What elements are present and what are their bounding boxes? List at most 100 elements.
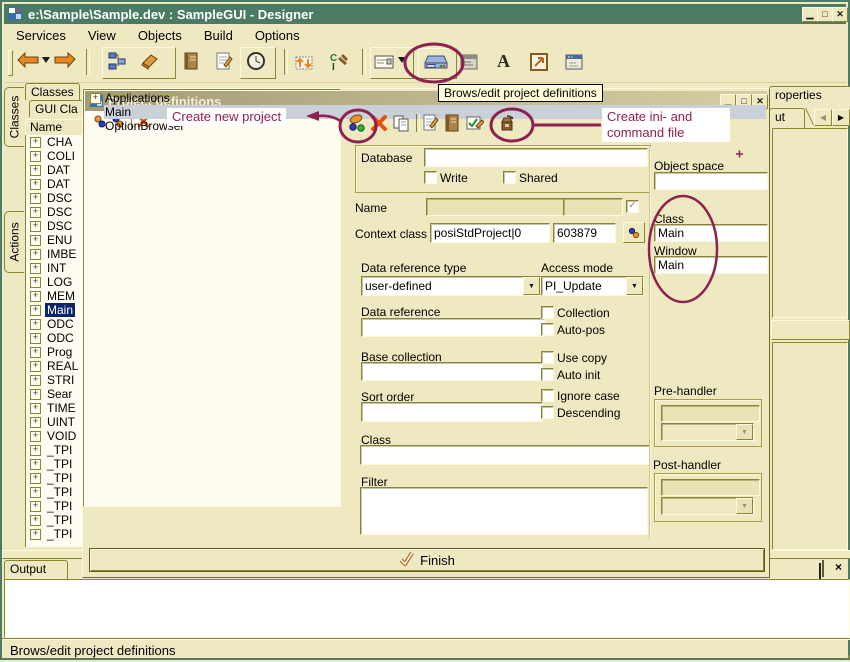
edit-source-icon[interactable] [215, 51, 233, 71]
use-copy-checkbox[interactable] [541, 351, 554, 364]
close-button[interactable]: ✕ [832, 7, 848, 22]
expand-icon[interactable]: + [30, 137, 41, 148]
maximize-button[interactable]: □ [817, 7, 833, 22]
finish-button[interactable]: Finish [89, 548, 765, 572]
auto-init-checkbox[interactable] [541, 368, 554, 381]
expand-icon[interactable]: + [30, 319, 41, 330]
expand-icon[interactable]: + [30, 515, 41, 526]
form-gray-icon[interactable] [460, 54, 478, 70]
expand-icon[interactable]: + [30, 403, 41, 414]
tree-item[interactable]: + _TPI [26, 457, 84, 471]
window-form-icon[interactable] [565, 54, 583, 70]
sidebar-tab-actions[interactable]: Actions [4, 211, 24, 273]
ignore-case-checkbox[interactable] [541, 389, 554, 402]
context-class-id-input[interactable] [553, 223, 616, 243]
expand-icon[interactable]: + [30, 473, 41, 484]
clock-icon[interactable] [246, 51, 266, 71]
sidebar-tab-classes[interactable]: Classes [4, 87, 24, 147]
tree-item[interactable]: + COLI [26, 149, 84, 163]
book-icon[interactable] [444, 114, 460, 132]
tree-item[interactable]: + ODC [26, 331, 84, 345]
import-export-grid-icon[interactable] [294, 51, 314, 71]
tree-item[interactable]: + MEM [26, 289, 84, 303]
float-panel-icon[interactable] [819, 564, 821, 579]
window-input[interactable] [654, 256, 768, 274]
tree-item[interactable]: + ODC [26, 317, 84, 331]
expand-icon[interactable]: + [30, 361, 41, 372]
expand-icon[interactable]: + [30, 249, 41, 260]
tree-item[interactable]: + _TPI [26, 513, 84, 527]
properties-pane-bar[interactable] [771, 320, 850, 340]
class-book-icon[interactable] [182, 51, 200, 71]
tree-item[interactable]: + REAL [26, 359, 84, 373]
auto-pos-checkbox[interactable] [541, 323, 554, 336]
tree-item[interactable]: + DSC [26, 205, 84, 219]
output-area[interactable] [4, 579, 850, 638]
menu-item[interactable]: Options [251, 27, 304, 44]
tree-item[interactable]: + Main [26, 303, 84, 317]
expand-icon[interactable]: + [30, 165, 41, 176]
expand-icon[interactable]: + [30, 221, 41, 232]
dropdown-arrow-icon[interactable]: ▼ [523, 277, 540, 295]
data-reference-input[interactable] [361, 318, 545, 337]
tree-item[interactable]: + _TPI [26, 485, 84, 499]
form-combo-icon[interactable] [374, 54, 394, 70]
collection-checkbox[interactable] [541, 306, 554, 319]
menu-item[interactable]: View [84, 27, 120, 44]
history-dropdown-icon[interactable] [42, 57, 50, 63]
edit-page-icon[interactable] [422, 114, 440, 132]
tree-item[interactable]: + UINT [26, 415, 84, 429]
context-class-picker-button[interactable] [623, 222, 645, 243]
form-combo-dropdown-icon[interactable] [398, 57, 406, 63]
tree-item[interactable]: + LOG [26, 275, 84, 289]
new-project-balls-icon[interactable] [347, 113, 369, 133]
toolbar-grip[interactable] [8, 50, 13, 76]
close-panel-icon[interactable]: × [835, 560, 842, 574]
delete-project-icon[interactable] [370, 114, 388, 132]
expand-icon[interactable]: + [30, 431, 41, 442]
dropdown-arrow-icon[interactable]: ▼ [626, 277, 643, 295]
tree-item[interactable]: + IMBE [26, 247, 84, 261]
tree-item[interactable]: + DSC [26, 219, 84, 233]
descending-checkbox[interactable] [541, 406, 554, 419]
tree-item[interactable]: + Prog [26, 345, 84, 359]
image-viewer-icon[interactable] [530, 53, 548, 71]
expand-icon[interactable]: + [30, 347, 41, 358]
tree-item[interactable]: + STRI [26, 373, 84, 387]
class-hierarchy-icon[interactable] [107, 51, 127, 71]
copy-icon[interactable] [392, 114, 410, 132]
expand-icon[interactable]: + [30, 445, 41, 456]
tree-item[interactable]: + CHA [26, 135, 84, 149]
tree-item[interactable]: + ENU [26, 233, 84, 247]
resize-grip[interactable] [846, 647, 850, 659]
expand-icon[interactable]: + [30, 501, 41, 512]
minimize-button[interactable]: ▁ [802, 7, 818, 22]
forward-arrow-icon[interactable] [54, 52, 76, 68]
expand-icon[interactable]: + [30, 305, 41, 316]
menu-item[interactable]: Objects [134, 27, 186, 44]
expand-icon[interactable]: + [30, 151, 41, 162]
expand-icon[interactable]: + [30, 333, 41, 344]
expand-icon[interactable]: + [30, 389, 41, 400]
expand-icon[interactable]: + [30, 277, 41, 288]
data-reference-type-select[interactable]: user-defined ▼ [361, 276, 541, 296]
tree-item[interactable]: + DAT [26, 163, 84, 177]
build-ci-icon[interactable]: CI [329, 51, 349, 71]
expand-icon[interactable]: + [30, 459, 41, 470]
shared-checkbox[interactable] [503, 171, 516, 184]
menu-item[interactable]: Services [12, 27, 70, 44]
expand-icon[interactable]: + [30, 417, 41, 428]
context-class-input[interactable] [430, 223, 550, 243]
menu-item[interactable]: Build [200, 27, 237, 44]
tree-item[interactable]: + TIME [26, 401, 84, 415]
expand-icon[interactable]: + [30, 291, 41, 302]
check-edit-icon[interactable] [466, 114, 484, 132]
tree-item[interactable]: + _TPI [26, 499, 84, 513]
object-space-input[interactable] [654, 172, 768, 190]
tree-item[interactable]: + VOID [26, 429, 84, 443]
expand-icon[interactable]: + [30, 529, 41, 540]
expand-icon[interactable]: + [30, 235, 41, 246]
expand-icon[interactable]: + [30, 179, 41, 190]
right-class-input[interactable] [654, 224, 768, 242]
tree-item[interactable]: + DSC [26, 191, 84, 205]
